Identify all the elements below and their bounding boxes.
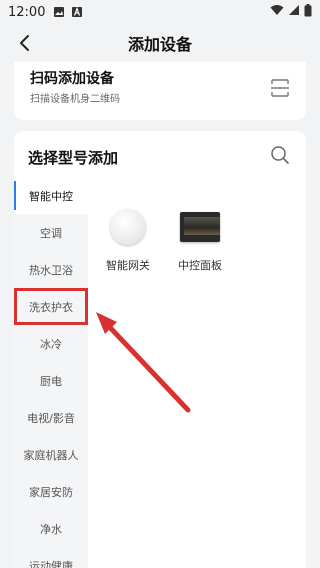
category-item-kitchen-appliances[interactable]: 厨电 <box>14 362 88 399</box>
category-item-air-conditioner[interactable]: 空调 <box>14 214 88 251</box>
top-app-bar: 添加设备 <box>0 24 320 62</box>
category-item-water-purifier[interactable]: 净水 <box>14 510 88 547</box>
scan-add-title: 扫码添加设备 <box>30 71 114 87</box>
battery-icon <box>304 3 312 21</box>
control-panel-image <box>180 207 220 247</box>
category-item-home-security[interactable]: 家居安防 <box>14 473 88 510</box>
category-item-home-robot[interactable]: 家庭机器人 <box>14 436 88 473</box>
signal-icon <box>288 4 300 20</box>
scan-icon[interactable] <box>270 78 290 98</box>
category-item-refrigeration[interactable]: 冰冷 <box>14 325 88 362</box>
scan-add-subtitle: 扫描设备机身二维码 <box>30 94 120 105</box>
product-name: 智能网关 <box>106 259 150 272</box>
product-item-gateway[interactable]: 智能网关 <box>102 207 154 273</box>
product-name: 中控面板 <box>178 259 222 272</box>
category-item-smart-hub[interactable]: 智能中控 <box>14 177 88 214</box>
category-list: 智能中控 空调 热水卫浴 洗衣护衣 冰冷 厨电 电视/影音 家庭机器人 家居安防… <box>14 177 88 568</box>
chevron-left-icon <box>20 35 29 51</box>
gallery-icon <box>53 6 65 18</box>
back-button[interactable] <box>14 32 36 54</box>
wifi-icon <box>270 4 284 20</box>
model-select-title: 选择型号添加 <box>28 149 119 167</box>
status-time: 12:00 <box>8 4 46 20</box>
gateway-image <box>108 207 148 247</box>
status-bar: 12:00 <box>0 0 320 24</box>
app-a-icon <box>71 6 83 18</box>
model-select-card: 选择型号添加 智能中控 空调 热水卫浴 洗衣护衣 冰冷 厨电 电视/影音 家庭机… <box>14 131 306 568</box>
page-title: 添加设备 <box>127 35 192 54</box>
product-grid: 智能网关 中控面板 <box>102 207 226 273</box>
scan-add-card[interactable]: 扫码添加设备 扫描设备机身二维码 <box>14 62 306 120</box>
category-item-tv-audio[interactable]: 电视/影音 <box>14 399 88 436</box>
category-item-sports-health[interactable]: 运动健康 <box>14 547 88 568</box>
product-item-control-panel[interactable]: 中控面板 <box>174 207 226 273</box>
search-icon[interactable] <box>270 145 290 165</box>
category-item-laundry-care[interactable]: 洗衣护衣 <box>14 288 88 325</box>
category-item-water-heater-bath[interactable]: 热水卫浴 <box>14 251 88 288</box>
